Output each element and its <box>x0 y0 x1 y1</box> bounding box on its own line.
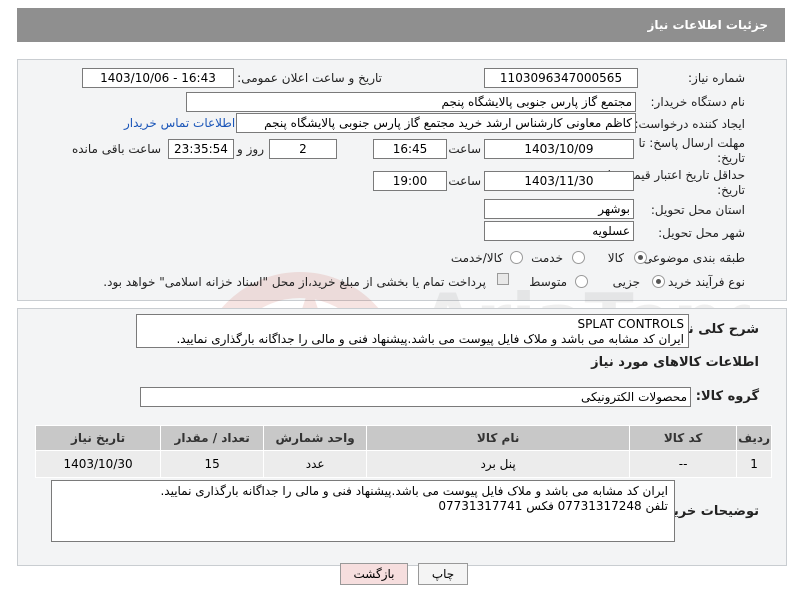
table-row: 1 -- پنل برد عدد 15 1403/10/30 <box>34 450 772 478</box>
items-table: ردیف کد کالا نام کالا واحد شمارش تعداد /… <box>34 425 772 478</box>
cell-date: 1403/10/30 <box>34 450 162 478</box>
purchase-option-minor: جزیی <box>612 275 640 289</box>
general-desc-field: SPLAT CONTROLS ایران کد مشابه می باشد و … <box>136 314 689 348</box>
purchase-radio-medium[interactable] <box>575 275 588 288</box>
purchase-option-medium: متوسط <box>529 275 567 289</box>
col-qty: تعداد / مقدار <box>160 425 265 451</box>
days-field: 2 <box>269 139 337 159</box>
print-button[interactable]: چاپ <box>418 563 468 585</box>
deadline-label: مهلت ارسال پاسخ: تا تاریخ: <box>638 136 745 166</box>
cell-row: 1 <box>736 450 772 478</box>
need-number-label: شماره نیاز: <box>688 71 745 85</box>
page-title: جزئیات اطلاعات نیاز <box>647 18 768 32</box>
category-option-goods-service: کالا/خدمت <box>450 251 503 265</box>
requester-field: کاظم معاونی کارشناس ارشد خرید مجتمع گاز … <box>236 113 636 133</box>
buyer-notes-line1: ایران کد مشابه می باشد و ملاک فایل پیوست… <box>160 484 668 498</box>
back-button[interactable]: بازگشت <box>340 563 408 585</box>
deadline-label-line2: تاریخ: <box>717 151 745 165</box>
remaining-time-field: 23:35:54 <box>168 139 234 159</box>
price-time-field: 19:00 <box>373 171 447 191</box>
purchase-radio-minor[interactable] <box>652 275 665 288</box>
city-label: شهر محل تحویل: <box>658 226 745 240</box>
treasury-checkbox[interactable] <box>497 273 509 285</box>
goods-group-field: محصولات الکترونیکی <box>140 387 691 407</box>
cell-code: -- <box>629 450 738 478</box>
requester-label: ایجاد کننده درخواست: <box>634 117 745 131</box>
col-unit: واحد شمارش <box>263 425 368 451</box>
announce-field: 1403/10/06 - 16:43 <box>82 68 234 88</box>
deadline-label-line1: مهلت ارسال پاسخ: تا <box>638 136 745 150</box>
province-label: استان محل تحویل: <box>650 203 745 217</box>
cell-qty: 15 <box>160 450 265 478</box>
category-label: طبقه بندی موضوعی: <box>638 251 745 265</box>
price-date-field: 1403/11/30 <box>484 171 634 191</box>
buyer-notes-field: ایران کد مشابه می باشد و ملاک فایل پیوست… <box>51 480 675 542</box>
buyer-notes-line2: تلفن 07731317248 فکس 07731317741 <box>438 499 668 513</box>
cell-unit: عدد <box>263 450 368 478</box>
deadline-time-field: 16:45 <box>373 139 447 159</box>
announce-label: تاریخ و ساعت اعلان عمومی: <box>237 71 382 85</box>
goods-group-label: گروه کالا: <box>695 389 759 404</box>
province-field: بوشهر <box>484 199 634 219</box>
col-code: کد کالا <box>629 425 738 451</box>
contact-buyer-link[interactable]: اطلاعات تماس خریدار <box>124 116 235 130</box>
page-header: جزئیات اطلاعات نیاز <box>17 8 785 42</box>
need-number-field: 1103096347000565 <box>484 68 638 88</box>
general-desc-line1: SPLAT CONTROLS <box>577 317 684 331</box>
days-label: روز و <box>237 142 264 156</box>
category-radio-goods[interactable] <box>634 251 647 264</box>
buyer-org-field: مجتمع گاز پارس جنوبی پالایشگاه پنجم <box>186 92 636 112</box>
payment-note: پرداخت تمام یا بخشی از مبلغ خرید،از محل … <box>103 275 486 289</box>
deadline-time-label: ساعت <box>448 142 481 156</box>
remaining-label: ساعت باقی مانده <box>71 142 161 156</box>
col-date: تاریخ نیاز <box>34 425 162 451</box>
buyer-org-label: نام دستگاه خریدار: <box>650 95 746 109</box>
category-option-service: خدمت <box>531 251 563 265</box>
deadline-date-field: 1403/10/09 <box>484 139 634 159</box>
table-header-row: ردیف کد کالا نام کالا واحد شمارش تعداد /… <box>34 425 772 451</box>
cell-name: پنل برد <box>366 450 631 478</box>
purchase-type-label: نوع فرآیند خرید : <box>660 275 745 289</box>
goods-info-title: اطلاعات کالاهای مورد نیاز <box>591 355 759 370</box>
category-option-goods: کالا <box>607 251 624 265</box>
category-radio-service[interactable] <box>572 251 585 264</box>
col-row: ردیف <box>736 425 772 451</box>
general-desc-line2: ایران کد مشابه می باشد و ملاک فایل پیوست… <box>176 332 684 346</box>
col-name: نام کالا <box>366 425 631 451</box>
price-time-label: ساعت <box>448 174 481 188</box>
city-field: عسلویه <box>484 221 634 241</box>
category-radio-goods-service[interactable] <box>510 251 523 264</box>
